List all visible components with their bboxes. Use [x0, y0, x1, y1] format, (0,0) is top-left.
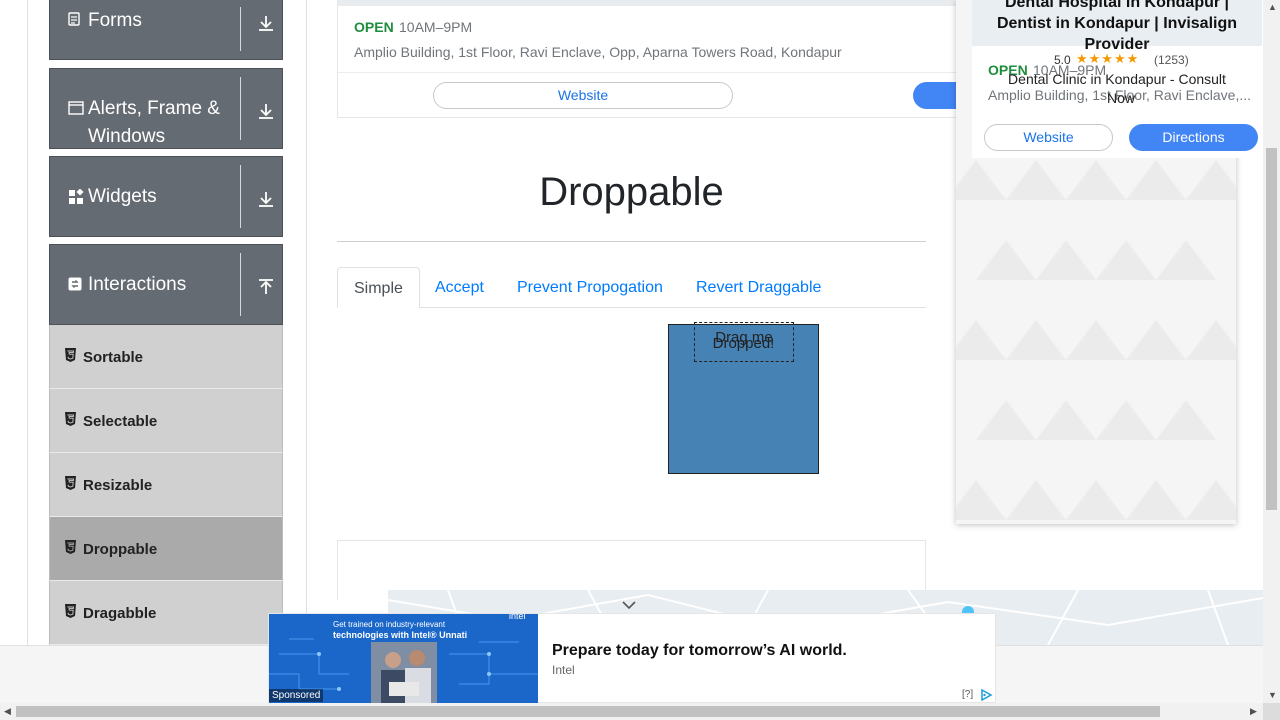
horizontal-scrollbar-thumb[interactable]	[16, 706, 1160, 717]
tab-bar: Simple Accept Prevent Propogation Revert…	[337, 267, 926, 308]
brand-logo: intel	[509, 614, 526, 621]
interactions-icon	[68, 277, 82, 294]
directions-button[interactable]: Directions	[1129, 124, 1258, 151]
document-icon	[68, 12, 80, 29]
html5-icon	[65, 540, 76, 554]
sponsored-banner[interactable]: Get trained on industry-relevant technol…	[268, 613, 996, 704]
website-button[interactable]: Website	[433, 82, 733, 109]
download-arrow-icon[interactable]	[257, 14, 275, 32]
chevron-down-icon[interactable]	[621, 598, 637, 610]
open-status: OPEN	[354, 19, 394, 35]
people-photo	[371, 642, 437, 704]
html5-icon	[65, 348, 76, 362]
sidebar-item-label: Selectable	[83, 413, 158, 430]
sidebar-group-widgets[interactable]: Widgets	[49, 156, 283, 237]
sponsored-label: Sponsored	[269, 689, 324, 702]
review-count: (1253)	[1154, 53, 1189, 67]
scroll-down-arrow-icon[interactable]: ▼	[1268, 690, 1277, 700]
sidebar-group-interactions[interactable]: Interactions	[49, 244, 283, 325]
group-divider	[240, 253, 241, 316]
banner-advertiser: Intel	[552, 663, 575, 677]
sidebar-item-dragabble[interactable]: Dragabble	[49, 581, 283, 645]
map-strip	[338, 0, 976, 6]
widgets-icon	[68, 188, 84, 208]
business-subtitle: Dental Clinic in Kondapur - Consult	[972, 71, 1262, 87]
scroll-right-arrow-icon[interactable]: ▶	[1250, 706, 1257, 717]
download-arrow-icon[interactable]	[257, 190, 275, 208]
upload-arrow-icon[interactable]	[257, 278, 275, 296]
banner-image[interactable]: Get trained on industry-relevant technol…	[269, 614, 538, 704]
group-divider	[240, 77, 241, 140]
sidebar-group-label: Interactions	[88, 274, 187, 295]
sidebar-item-selectable[interactable]: Selectable	[49, 389, 283, 453]
html5-icon	[65, 604, 76, 618]
place-address: Amplio Building, 1st Floor, Ravi Enclave…	[354, 44, 842, 60]
tab-accept[interactable]: Accept	[419, 267, 500, 308]
download-arrow-icon[interactable]	[257, 102, 275, 120]
business-subtitle-line2: Now	[1107, 90, 1136, 106]
sidebar-item-label: Resizable	[83, 477, 153, 494]
sidebar-item-resizable[interactable]: Resizable	[49, 453, 283, 517]
draggable-box[interactable]: Drag me	[694, 322, 794, 362]
title-divider	[337, 241, 926, 242]
website-button[interactable]: Website	[984, 124, 1113, 151]
sidebar-group-label-line2: Windows	[88, 126, 166, 147]
banner-headline[interactable]: Prepare today for tomorrow’s AI world.	[552, 642, 847, 660]
business-title: Dental Hospital in Kondapur | Dentist in…	[972, 0, 1262, 55]
sidebar-item-label: Dragabble	[83, 605, 157, 622]
sidebar-item-label: Droppable	[83, 541, 158, 558]
window-icon	[68, 101, 84, 118]
banner-image-text-1: Get trained on industry-relevant	[333, 620, 446, 629]
tab-simple[interactable]: Simple	[337, 267, 420, 308]
vertical-scrollbar-thumb[interactable]	[1266, 148, 1277, 510]
page-title: Droppable	[539, 170, 724, 214]
opening-hours: 10AM–9PM	[399, 19, 473, 35]
sidebar-group-forms[interactable]: Forms	[49, 0, 283, 60]
sidebar-item-sortable[interactable]: Sortable	[49, 325, 283, 389]
scroll-up-arrow-icon[interactable]: ▲	[1268, 2, 1277, 12]
sidebar-group-alerts[interactable]: Alerts, Frame & Windows	[49, 68, 283, 149]
sidebar-group-label: Alerts, Frame &	[88, 98, 220, 119]
sidebar-left-border	[27, 0, 28, 645]
business-title-line2: Dentist in Kondapur | Invisalign	[996, 15, 1238, 32]
scroll-left-arrow-icon[interactable]: ◀	[4, 706, 11, 717]
tab-prevent-propogation[interactable]: Prevent Propogation	[501, 267, 679, 308]
html5-icon	[65, 476, 76, 490]
business-card[interactable]: Dental Hospital in Kondapur | Dentist in…	[972, 0, 1262, 158]
business-title-line1: Dental Hospital in Kondapur |	[1004, 0, 1230, 11]
sidebar-group-label: Widgets	[88, 186, 157, 207]
sidebar-group-label: Forms	[88, 10, 142, 31]
ad-help-link[interactable]: [?]	[962, 689, 973, 700]
group-divider	[240, 165, 241, 228]
banner-image-text-2: technologies with Intel® Unnati	[333, 630, 468, 640]
place-card: OPEN 10AM–9PM Amplio Building, 1st Floor…	[337, 0, 977, 118]
tab-revert-draggable[interactable]: Revert Draggable	[680, 267, 837, 308]
business-subtitle-line1: Dental Clinic in Kondapur - Consult	[1008, 71, 1226, 87]
card-divider	[338, 72, 976, 73]
adchoices-icon[interactable]	[980, 688, 994, 702]
html5-icon	[65, 412, 76, 426]
sidebar-item-droppable[interactable]: Droppable	[49, 517, 283, 581]
group-divider	[240, 7, 241, 51]
scrollbar-corner	[1263, 703, 1280, 720]
sidebar-item-label: Sortable	[83, 349, 144, 366]
sidebar-right-border	[306, 0, 307, 645]
